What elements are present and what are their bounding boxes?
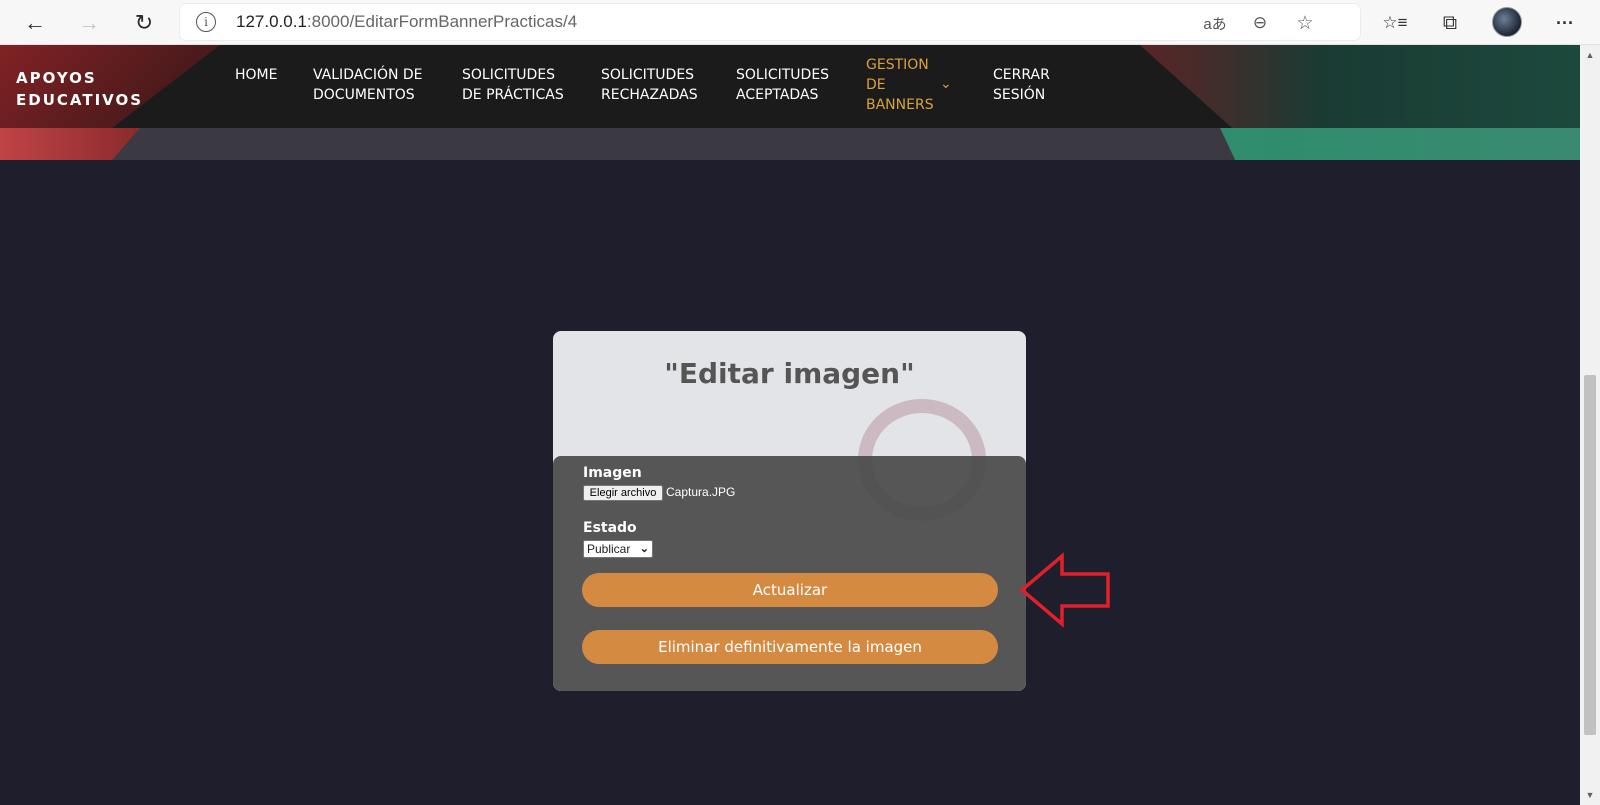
- sub-band-decoration-left: [0, 128, 140, 160]
- add-favorite-icon[interactable]: ☆: [1292, 10, 1318, 36]
- nav-gestion-banners[interactable]: GESTION DE BANNERS: [866, 55, 934, 115]
- read-aloud-icon[interactable]: aあ: [1202, 10, 1228, 36]
- estado-label: Estado: [583, 520, 637, 536]
- nav-solicitudes-rechazadas[interactable]: SOLICITUDES RECHAZADAS: [601, 65, 698, 105]
- edit-image-card: "Editar imagen" Imagen Elegir archivo Ca…: [553, 331, 1026, 691]
- chevron-down-icon: ⌄: [639, 543, 649, 555]
- delete-image-button[interactable]: Eliminar definitivamente la imagen: [582, 630, 998, 664]
- zoom-out-icon[interactable]: ⊖: [1247, 10, 1273, 36]
- profile-avatar[interactable]: [1492, 7, 1522, 37]
- chevron-down-icon[interactable]: ⌄: [940, 75, 952, 92]
- site-header: APOYOS EDUCATIVOS HOME VALIDACIÓN DE DOCU…: [0, 45, 1580, 128]
- arrow-left-icon: ←: [24, 10, 46, 35]
- browser-toolbar: ← → ↻ i 127.0.0.1:8000/EditarFormBannerP…: [0, 0, 1600, 45]
- scroll-up-icon[interactable]: ▲: [1584, 50, 1596, 62]
- sub-band-decoration-right: [1220, 128, 1580, 160]
- collections-icon[interactable]: ⧉: [1433, 6, 1467, 40]
- estado-selected-value: Publicar: [587, 542, 631, 556]
- card-title: "Editar imagen": [664, 357, 915, 390]
- edit-form: Imagen Elegir archivo Captura.JPG Estado…: [553, 456, 1026, 691]
- site-info-icon[interactable]: i: [196, 12, 216, 32]
- header-sub-band: [0, 128, 1580, 160]
- scroll-down-icon[interactable]: ▼: [1584, 790, 1596, 802]
- nav-solicitudes-aceptadas[interactable]: SOLICITUDES ACEPTADAS: [736, 65, 829, 105]
- red-arrow-left-icon: [1019, 552, 1110, 628]
- choose-file-button[interactable]: Elegir archivo: [583, 485, 663, 501]
- address-bar[interactable]: i 127.0.0.1:8000/EditarFormBannerPractic…: [180, 4, 1360, 40]
- refresh-icon: ↻: [134, 10, 154, 35]
- brand-logo-text[interactable]: APOYOS EDUCATIVOS: [16, 67, 143, 111]
- nav-home[interactable]: HOME: [235, 65, 277, 85]
- more-icon[interactable]: ···: [1548, 6, 1582, 40]
- url-text[interactable]: 127.0.0.1:8000/EditarFormBannerPracticas…: [236, 12, 577, 32]
- nav-cerrar-sesion[interactable]: CERRAR SESIÓN: [993, 65, 1050, 105]
- back-button[interactable]: ←: [18, 6, 52, 40]
- arrow-right-icon: →: [78, 10, 100, 35]
- favorites-icon[interactable]: ☆≡: [1378, 6, 1412, 40]
- update-button[interactable]: Actualizar: [582, 573, 998, 607]
- selected-file-name: Captura.JPG: [666, 485, 736, 499]
- imagen-label: Imagen: [583, 465, 642, 481]
- header-decoration-right: [1140, 45, 1580, 128]
- refresh-button[interactable]: ↻: [127, 6, 161, 40]
- nav-solicitudes-practicas[interactable]: SOLICITUDES DE PRÁCTICAS: [462, 65, 564, 105]
- forward-button[interactable]: →: [72, 6, 106, 40]
- estado-select[interactable]: Publicar ⌄: [583, 540, 653, 558]
- scrollbar-thumb[interactable]: [1584, 375, 1596, 735]
- nav-validacion-documentos[interactable]: VALIDACIÓN DE DOCUMENTOS: [313, 65, 423, 105]
